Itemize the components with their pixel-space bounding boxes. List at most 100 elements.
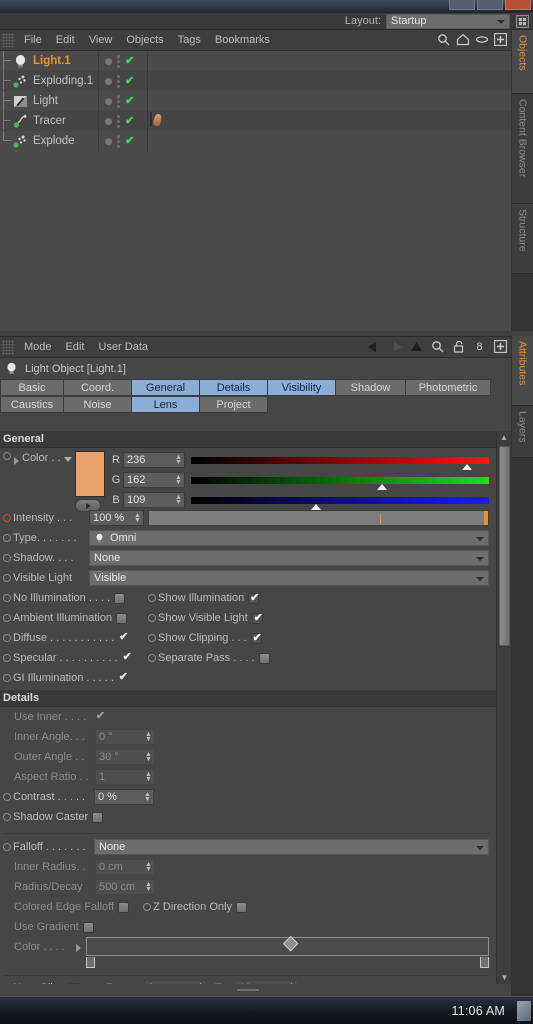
chevron-right-icon[interactable] [14, 457, 19, 465]
close-button[interactable] [505, 0, 531, 10]
enabled-check-icon[interactable]: ✔ [125, 96, 134, 107]
am-menu-edit[interactable]: Edit [59, 337, 92, 358]
object-flags[interactable]: ✔ [98, 131, 148, 151]
g-slider-handle[interactable] [376, 483, 387, 490]
tab-caustics[interactable]: Caustics [0, 396, 64, 413]
visible-light-dropdown[interactable]: Visible [89, 570, 489, 586]
no-illumination-checkbox[interactable] [114, 592, 126, 604]
spinner-icon[interactable]: ▲▼ [145, 771, 152, 783]
tab-noise[interactable]: Noise [64, 396, 132, 413]
ambient-illumination-keyframe-dot[interactable] [3, 614, 11, 622]
visible-light-keyframe-dot[interactable] [3, 574, 11, 582]
shadow-caster-keyframe-dot[interactable] [3, 813, 11, 821]
type-keyframe-dot[interactable] [3, 534, 11, 542]
inner-radius-input[interactable]: 0 cm ▲ ▼ [95, 859, 155, 875]
contrast-input[interactable]: 0 % ▲ ▼ [94, 789, 154, 805]
om-menu-bookmarks[interactable]: Bookmarks [208, 30, 277, 51]
falloff-keyframe-dot[interactable] [3, 843, 11, 851]
home-icon[interactable] [455, 32, 470, 47]
plus-square-icon[interactable] [493, 339, 508, 354]
om-menu-view[interactable]: View [82, 30, 120, 51]
panel-grip-icon[interactable] [2, 339, 14, 355]
table-row[interactable]: Tracer ✔ [0, 111, 511, 131]
gi-illumination-checkbox[interactable] [118, 670, 129, 684]
spinner-icon[interactable]: ▲▼ [144, 791, 151, 803]
am-menu-mode[interactable]: Mode [17, 337, 59, 358]
falloff-dropdown[interactable]: None [94, 839, 489, 855]
panel-grip-icon[interactable] [2, 32, 14, 48]
colored-edge-falloff-checkbox[interactable] [118, 901, 130, 913]
r-slider[interactable] [191, 456, 489, 470]
g-slider[interactable] [191, 476, 489, 490]
sidebar-item-attributes[interactable]: Attributes [512, 336, 533, 406]
sidebar-item-structure[interactable]: Structure [512, 204, 533, 274]
table-row[interactable]: Exploding.1 ✔ [0, 71, 511, 91]
object-flags[interactable]: ✔ [98, 91, 148, 111]
object-flags[interactable]: ✔ [98, 111, 148, 131]
g-input[interactable]: 162 ▲ ▼ [123, 472, 185, 488]
z-direction-keyframe-dot[interactable] [143, 903, 152, 911]
gi-illumination-keyframe-dot[interactable] [3, 674, 11, 682]
table-row[interactable]: Light ✔ [0, 91, 511, 111]
ambient-illumination-checkbox[interactable] [116, 612, 128, 624]
scroll-up-arrow-icon[interactable]: ▲ [497, 431, 511, 444]
b-input[interactable]: 109 ▲ ▼ [123, 492, 185, 508]
om-menu-edit[interactable]: Edit [49, 30, 82, 51]
spinner-icon[interactable]: ▲▼ [175, 474, 182, 486]
material-tag-icon[interactable] [150, 112, 152, 126]
tab-project[interactable]: Project [200, 396, 268, 413]
panel-resize-grip[interactable] [0, 984, 496, 996]
visibility-dot-icon[interactable] [105, 97, 112, 105]
no-illumination-keyframe-dot[interactable] [3, 594, 11, 602]
tab-details[interactable]: Details [200, 379, 268, 396]
show-illumination-keyframe-dot[interactable] [148, 594, 156, 602]
chevron-down-icon[interactable] [63, 457, 72, 462]
minimize-button[interactable] [449, 0, 475, 10]
table-row[interactable]: Explode ✔ [0, 131, 511, 151]
sidebar-item-layers[interactable]: Layers [512, 406, 533, 458]
unlock-icon[interactable] [451, 339, 466, 354]
intensity-input[interactable]: 100 % ▲ ▼ [89, 510, 144, 526]
search-icon[interactable] [430, 339, 445, 354]
visibility-dot-icon[interactable] [105, 77, 112, 85]
enabled-check-icon[interactable]: ✔ [125, 116, 134, 127]
show-visible-light-keyframe-dot[interactable] [148, 614, 156, 622]
gradient-stop-right[interactable] [480, 957, 489, 968]
gradient-interpolation-knob[interactable] [282, 935, 298, 952]
show-desktop-button[interactable] [517, 1001, 531, 1021]
forward-arrow-icon[interactable] [388, 339, 403, 354]
am-menu-user-data[interactable]: User Data [92, 337, 156, 358]
color-swatch[interactable] [75, 451, 105, 497]
diffuse-checkbox[interactable] [118, 630, 129, 644]
show-visible-light-checkbox[interactable] [251, 611, 264, 624]
om-menu-tags[interactable]: Tags [171, 30, 208, 51]
om-menu-objects[interactable]: Objects [119, 30, 170, 51]
use-gradient-checkbox[interactable] [82, 921, 94, 933]
b-slider[interactable] [191, 496, 489, 510]
radius-decay-input[interactable]: 500 cm ▲ ▼ [95, 879, 155, 895]
enabled-check-icon[interactable]: ✔ [125, 56, 134, 67]
shadow-keyframe-dot[interactable] [3, 554, 11, 562]
r-input[interactable]: 236 ▲ ▼ [123, 452, 185, 468]
separate-pass-checkbox[interactable] [258, 652, 270, 664]
specular-checkbox[interactable] [122, 650, 133, 664]
scrollbar-thumb[interactable] [499, 446, 510, 646]
up-arrow-icon[interactable] [409, 339, 424, 354]
use-inner-checkbox[interactable] [95, 709, 106, 723]
sidebar-item-content-browser[interactable]: Content Browser [512, 94, 533, 204]
spinner-icon[interactable]: ▲▼ [145, 881, 152, 893]
show-clipping-keyframe-dot[interactable] [148, 634, 156, 642]
attributes-vertical-scrollbar[interactable]: ▲ ▼ [496, 431, 511, 984]
maximize-button[interactable] [477, 0, 503, 10]
chevron-right-icon[interactable] [76, 944, 81, 952]
contrast-keyframe-dot[interactable] [3, 793, 11, 801]
enabled-check-icon[interactable]: ✔ [125, 76, 134, 87]
tab-general[interactable]: General [132, 379, 200, 396]
gradient-stop-left[interactable] [86, 957, 95, 968]
shadow-dropdown[interactable]: None [89, 550, 489, 566]
type-dropdown[interactable]: Omni [89, 530, 489, 546]
layout-grid-icon[interactable] [515, 14, 530, 29]
specular-keyframe-dot[interactable] [3, 654, 11, 662]
show-clipping-checkbox[interactable] [250, 631, 263, 644]
spinner-icon[interactable]: ▲▼ [175, 454, 182, 466]
